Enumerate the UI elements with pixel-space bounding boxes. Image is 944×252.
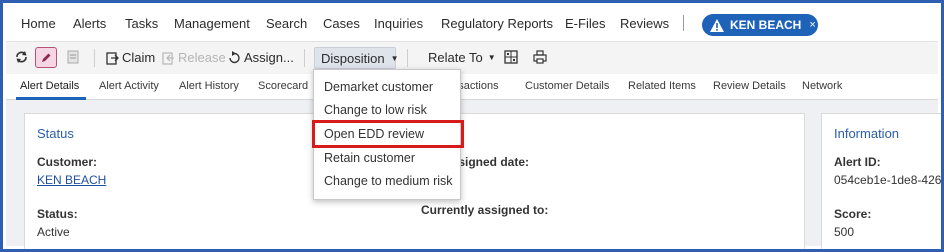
- nav-cases[interactable]: Cases: [323, 16, 360, 31]
- customer-label: Customer:: [37, 155, 98, 169]
- score-value: 500: [834, 225, 855, 239]
- disposition-button[interactable]: Disposition ▼: [314, 47, 399, 69]
- tab-related-items[interactable]: Related Items: [628, 80, 696, 92]
- claim-icon: [106, 51, 119, 65]
- relate-to-label: Relate To: [428, 50, 483, 65]
- badge-label: KEN BEACH: [730, 18, 802, 32]
- tab-review-details[interactable]: Review Details: [713, 80, 786, 92]
- release-label: Release: [178, 50, 226, 65]
- document-icon[interactable]: [67, 50, 82, 64]
- grid-icon[interactable]: [504, 50, 521, 64]
- app-frame: Home Alerts Tasks Management Search Case…: [0, 0, 944, 252]
- customer-link[interactable]: KEN BEACH: [37, 173, 106, 187]
- menu-item-change-to-low-risk[interactable]: Change to low risk: [324, 103, 427, 117]
- status-value: Active: [37, 225, 70, 239]
- toolbar-separator: [304, 49, 305, 67]
- nav-tasks[interactable]: Tasks: [125, 16, 158, 31]
- tab-alert-activity[interactable]: Alert Activity: [99, 80, 159, 92]
- assign-icon: [229, 50, 240, 63]
- nav-alerts[interactable]: Alerts: [73, 16, 106, 31]
- assign-label: Assign...: [244, 50, 294, 65]
- score-label: Score:: [834, 207, 872, 221]
- alert-id-label: Alert ID:: [834, 155, 881, 169]
- menu-item-open-edd-review[interactable]: Open EDD review: [324, 127, 424, 141]
- nav-management[interactable]: Management: [174, 16, 250, 31]
- release-icon: [162, 51, 174, 65]
- release-button[interactable]: Release: [162, 50, 226, 65]
- nav-regulatory-reports[interactable]: Regulatory Reports: [441, 16, 553, 31]
- chevron-down-icon: ▼: [390, 53, 399, 63]
- claim-label: Claim: [122, 50, 156, 65]
- refresh-icon[interactable]: [15, 50, 31, 64]
- print-icon[interactable]: [533, 50, 550, 64]
- toolbar-separator: [407, 49, 408, 67]
- toolbar-separator: [94, 49, 95, 67]
- tab-scorecard[interactable]: Scorecard: [258, 80, 308, 92]
- status-label: Status:: [37, 207, 78, 221]
- tab-bar: Alert Details Alert Activity Alert Histo…: [6, 74, 938, 100]
- content-area: Status Customer: KEN BEACH Assigned date…: [6, 100, 941, 249]
- information-card-title: Information: [834, 126, 900, 141]
- status-card-title: Status: [37, 126, 74, 141]
- nav-home[interactable]: Home: [21, 16, 56, 31]
- nav-e-files[interactable]: E-Files: [565, 16, 605, 31]
- assigned-to-label: Currently assigned to:: [421, 203, 549, 217]
- toolbar: Claim Release Assign... Disposition ▼ Re…: [6, 42, 938, 74]
- disposition-label: Disposition: [321, 50, 385, 66]
- assign-button[interactable]: Assign...: [228, 50, 294, 65]
- tab-customer-details[interactable]: Customer Details: [525, 80, 609, 92]
- top-nav: Home Alerts Tasks Management Search Case…: [6, 6, 938, 42]
- claim-button[interactable]: Claim: [106, 50, 155, 65]
- disposition-menu: Demarket customer Change to low risk Ope…: [313, 69, 461, 200]
- chevron-down-icon: ▼: [487, 53, 496, 62]
- edit-button[interactable]: [35, 47, 57, 68]
- tab-alert-history[interactable]: Alert History: [179, 80, 239, 92]
- warning-icon: [710, 18, 724, 32]
- nav-search[interactable]: Search: [266, 16, 307, 31]
- tab-alert-details[interactable]: Alert Details: [20, 80, 79, 92]
- nav-reviews[interactable]: Reviews: [620, 16, 669, 31]
- alert-id-value: 054ceb1e-1de8-426: [834, 173, 942, 187]
- nav-separator: [683, 15, 684, 31]
- tab-network[interactable]: Network: [802, 80, 842, 92]
- menu-item-change-to-medium-risk[interactable]: Change to medium risk: [324, 174, 453, 188]
- menu-item-retain-customer[interactable]: Retain customer: [324, 151, 415, 165]
- customer-badge[interactable]: KEN BEACH ×: [702, 14, 818, 36]
- relate-to-button[interactable]: Relate To ▼: [428, 50, 496, 65]
- nav-inquiries[interactable]: Inquiries: [374, 16, 423, 31]
- information-card: Information Alert ID: 054ceb1e-1de8-426 …: [821, 113, 942, 249]
- badge-close-icon[interactable]: ×: [809, 19, 815, 31]
- menu-item-demarket-customer[interactable]: Demarket customer: [324, 80, 433, 94]
- pencil-icon: [42, 53, 51, 62]
